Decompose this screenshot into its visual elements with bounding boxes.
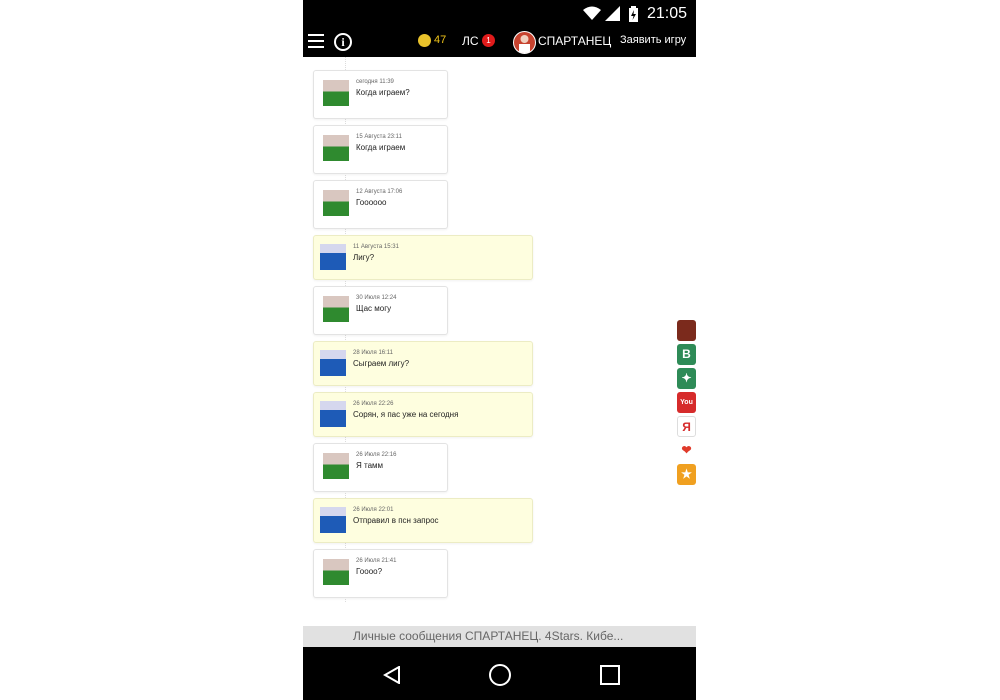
message-text: Я тамм: [356, 461, 384, 470]
contact-avatar[interactable]: [323, 559, 349, 585]
twitter-icon[interactable]: ✦: [677, 368, 696, 389]
social-share-bar: В ✦ You Я ❤ ★: [677, 320, 696, 488]
message-text: Гоооооо: [356, 198, 387, 207]
recent-apps-icon[interactable]: [600, 665, 620, 685]
cap-icon[interactable]: [677, 320, 696, 341]
message-date: 26 Июля 22:16: [356, 452, 397, 458]
star-icon[interactable]: ★: [677, 464, 696, 485]
message-date: 28 Июля 16:11: [353, 350, 394, 356]
yandex-icon[interactable]: Я: [677, 416, 696, 437]
contact-avatar[interactable]: [323, 296, 349, 322]
back-icon[interactable]: [383, 666, 401, 684]
message-text: Когда играем?: [356, 88, 410, 97]
youtube-icon[interactable]: You: [677, 392, 696, 413]
heart-icon[interactable]: ❤: [677, 440, 696, 461]
menu-icon[interactable]: [308, 34, 324, 48]
home-icon[interactable]: [489, 664, 511, 686]
message-date: 26 Июля 22:26: [353, 401, 394, 407]
message-item: 26 Июля 21:41 Гоооо?: [313, 549, 448, 598]
private-messages-link[interactable]: ЛС: [462, 34, 479, 48]
vk-icon[interactable]: В: [677, 344, 696, 365]
message-text: Лигу?: [353, 253, 375, 262]
contact-avatar[interactable]: [323, 80, 349, 106]
message-item: 26 Июля 22:26 Сорян, я пас уже на сегодн…: [313, 392, 533, 437]
user-avatar[interactable]: [513, 31, 536, 54]
battery-icon: [629, 6, 638, 22]
coin-icon: [418, 34, 431, 47]
wifi-icon: [583, 6, 601, 20]
message-item: 15 Августа 23:11 Когда играем: [313, 125, 448, 174]
message-item: 12 Августа 17:06 Гоооооо: [313, 180, 448, 229]
user-name[interactable]: СПАРТАНЕЦ: [538, 34, 611, 48]
message-list: сегодня 11:39 Когда играем? 15 Августа 2…: [303, 57, 696, 627]
own-avatar[interactable]: [320, 401, 346, 427]
app-bar: i 47 ЛС 1 СПАРТАНЕЦ Заявить игру: [303, 28, 696, 57]
coin-count: 47: [434, 34, 447, 46]
page-title: Личные сообщения СПАРТАНЕЦ. 4Stars. Кибе…: [353, 629, 624, 643]
signal-icon: [605, 6, 620, 21]
page-title-bar: Личные сообщения СПАРТАНЕЦ. 4Stars. Кибе…: [303, 626, 696, 647]
message-date: 26 Июля 21:41: [356, 558, 397, 564]
contact-avatar[interactable]: [323, 135, 349, 161]
message-text: Сорян, я пас уже на сегодня: [353, 410, 459, 419]
navigation-bar: [303, 647, 696, 700]
message-item: 26 Июля 22:01 Отправил в псн запрос: [313, 498, 533, 543]
message-date: 26 Июля 22:01: [353, 507, 394, 513]
message-item: сегодня 11:39 Когда играем?: [313, 70, 448, 119]
status-bar: 21:05: [303, 0, 696, 28]
message-text: Гоооо?: [356, 567, 383, 576]
message-text: Щас могу: [356, 304, 392, 313]
unread-badge: 1: [482, 34, 495, 47]
message-date: сегодня 11:39: [356, 79, 394, 85]
phone-screen: 21:05 i 47 ЛС 1 СПАРТАНЕЦ Заявить игру с…: [303, 0, 696, 700]
own-avatar[interactable]: [320, 507, 346, 533]
message-date: 30 Июля 12:24: [356, 295, 397, 301]
contact-avatar[interactable]: [323, 453, 349, 479]
create-game-button[interactable]: Заявить игру: [620, 34, 686, 46]
message-date: 12 Августа 17:06: [356, 189, 403, 195]
own-avatar[interactable]: [320, 244, 346, 270]
message-date: 15 Августа 23:11: [356, 134, 402, 140]
message-date: 11 Августа 15:31: [353, 244, 399, 250]
own-avatar[interactable]: [320, 350, 346, 376]
message-text: Отправил в псн запрос: [353, 516, 439, 525]
message-item: 11 Августа 15:31 Лигу?: [313, 235, 533, 280]
message-item: 26 Июля 22:16 Я тамм: [313, 443, 448, 492]
message-item: 28 Июля 16:11 Сыграем лигу?: [313, 341, 533, 386]
contact-avatar[interactable]: [323, 190, 349, 216]
info-icon[interactable]: i: [334, 33, 352, 51]
message-text: Когда играем: [356, 143, 406, 152]
message-text: Сыграем лигу?: [353, 359, 410, 368]
status-time: 21:05: [646, 5, 687, 22]
message-item: 30 Июля 12:24 Щас могу: [313, 286, 448, 335]
